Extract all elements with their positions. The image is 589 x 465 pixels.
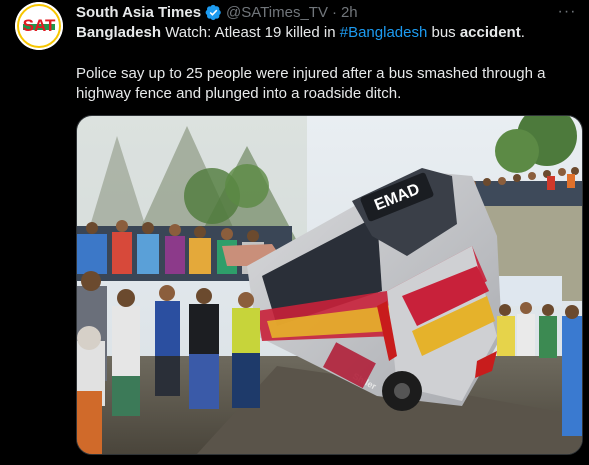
author-name[interactable]: South Asia Times [76,4,201,21]
headline-text: Watch: Atleast 19 killed in [161,24,340,41]
tweet-media[interactable]: EMAD Shiler [76,115,583,455]
author-avatar[interactable]: SAT [15,2,63,50]
more-options-icon[interactable]: ··· [555,2,579,22]
sat-logo-icon: SAT [15,2,63,50]
avatar-text: SAT [23,16,56,35]
headline-keyword: accident [459,24,521,41]
author-handle[interactable]: @SATimes_TV [226,4,328,21]
tweet-body: Police say up to 25 people were injured … [76,65,546,102]
headline-end: . [520,24,525,41]
headline-text-middle: bus [427,24,460,41]
tweet-header: South Asia Times @SATimes_TV · 2h [76,2,549,22]
tweet-headline: Bangladesh Watch: Atleast 19 killed in #… [76,23,579,43]
verified-badge-icon [205,4,221,20]
hashtag-link[interactable]: #Bangladesh [340,24,428,41]
headline-location: Bangladesh [76,24,162,41]
bus-accident-photo: EMAD Shiler [77,116,582,454]
separator-dot: · [331,3,337,21]
tweet-timestamp[interactable]: 2h [341,4,358,21]
